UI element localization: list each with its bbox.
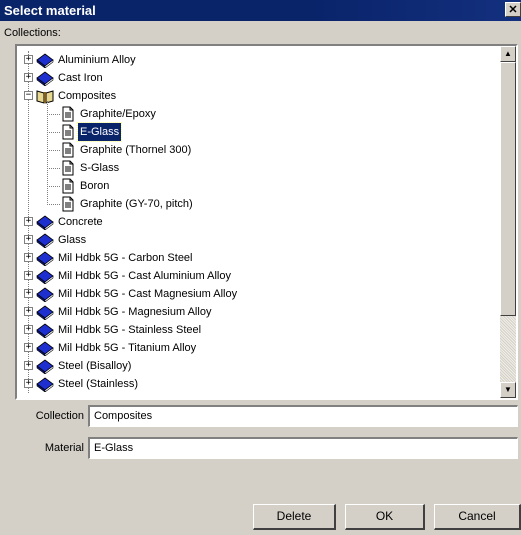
material-field[interactable]: E-Glass: [88, 437, 518, 459]
tree-branch-line: [47, 204, 60, 205]
tree-item-label: Graphite (Thornel 300): [80, 144, 192, 156]
tree-collection-item[interactable]: + Glass: [17, 231, 498, 249]
book-closed-icon: [36, 340, 54, 357]
expand-icon[interactable]: +: [24, 253, 33, 262]
tree-item-label: Mil Hdbk 5G - Titanium Alloy: [58, 342, 197, 354]
book-closed-icon: [36, 376, 54, 393]
tree-view: + Aluminium Alloy + Cast Iron − Composites Gra…: [17, 46, 498, 398]
cancel-button[interactable]: Cancel: [434, 504, 521, 530]
document-icon: [61, 160, 79, 176]
expand-icon[interactable]: +: [24, 271, 33, 280]
tree-collection-item[interactable]: + Cast Iron: [17, 69, 498, 87]
tree-branch-line: [47, 132, 60, 133]
book-closed-icon: [36, 214, 54, 231]
material-label: Material: [44, 442, 84, 454]
expand-icon[interactable]: +: [24, 289, 33, 298]
collapse-icon[interactable]: −: [24, 91, 33, 100]
tree-collection-item[interactable]: + Mil Hdbk 5G - Titanium Alloy: [17, 339, 498, 357]
book-closed-icon: [36, 286, 54, 303]
expand-icon[interactable]: +: [24, 235, 33, 244]
expand-icon[interactable]: +: [24, 307, 33, 316]
tree-branch-line: [47, 150, 60, 151]
tree-material-item[interactable]: E-Glass: [17, 122, 498, 142]
delete-button[interactable]: Delete: [253, 504, 336, 530]
book-closed-icon: [36, 322, 54, 339]
tree-material-item[interactable]: S-Glass: [17, 159, 498, 177]
expand-icon[interactable]: +: [24, 73, 33, 82]
collection-label: Collection: [35, 410, 84, 422]
tree-child-connector-line: [47, 101, 48, 205]
tree-item-label: Composites: [58, 90, 117, 102]
tree-branch-line: [47, 114, 60, 115]
collections-tree[interactable]: + Aluminium Alloy + Cast Iron − Composites Gra…: [15, 44, 518, 400]
book-closed-icon: [36, 304, 54, 321]
tree-collection-item[interactable]: + Aluminium Alloy: [17, 51, 498, 69]
tree-item-label: Graphite (GY-70, pitch): [80, 198, 193, 210]
arrow-up-icon: ▲: [504, 49, 512, 58]
tree-collection-item[interactable]: + Mil Hdbk 5G - Carbon Steel: [17, 249, 498, 267]
document-icon: [61, 106, 79, 122]
tree-branch-line: [47, 186, 60, 187]
tree-item-label: Mil Hdbk 5G - Magnesium Alloy: [58, 306, 212, 318]
close-icon: ✕: [508, 4, 518, 16]
document-icon: [61, 124, 79, 140]
book-closed-icon: [36, 52, 54, 69]
tree-collection-item[interactable]: + Mil Hdbk 5G - Cast Magnesium Alloy: [17, 285, 498, 303]
tree-item-label: Steel (Stainless): [58, 378, 139, 390]
tree-item-label: Aluminium Alloy: [58, 54, 136, 66]
book-closed-icon: [36, 70, 54, 87]
book-closed-icon: [36, 358, 54, 375]
tree-collection-item[interactable]: + Mil Hdbk 5G - Cast Aluminium Alloy: [17, 267, 498, 285]
document-icon: [61, 196, 79, 212]
tree-item-label: Concrete: [58, 216, 103, 228]
scroll-up-button[interactable]: ▲: [500, 46, 516, 62]
tree-branch-line: [47, 168, 60, 169]
tree-item-label: Cast Iron: [58, 72, 103, 84]
expand-icon[interactable]: +: [24, 217, 33, 226]
tree-item-label: Mil Hdbk 5G - Carbon Steel: [58, 252, 193, 264]
tree-item-label: Boron: [80, 180, 110, 192]
tree-collection-item[interactable]: + Steel (Bisalloy): [17, 357, 498, 375]
expand-icon[interactable]: +: [24, 55, 33, 64]
title-bar[interactable]: Select material ✕: [0, 0, 521, 21]
book-closed-icon: [36, 250, 54, 267]
tree-collection-item[interactable]: − Composites: [17, 87, 498, 105]
book-open-icon: [36, 88, 54, 104]
book-closed-icon: [36, 268, 54, 285]
expand-icon[interactable]: +: [24, 361, 33, 370]
tree-item-label: Steel (Bisalloy): [58, 360, 132, 372]
expand-icon[interactable]: +: [24, 325, 33, 334]
collection-field[interactable]: Composites: [88, 405, 518, 427]
tree-collection-item[interactable]: + Steel (Stainless): [17, 375, 498, 393]
scroll-down-button[interactable]: ▼: [500, 382, 516, 398]
vertical-scrollbar[interactable]: ▲ ▼: [500, 46, 516, 398]
tree-item-label: Glass: [58, 234, 87, 246]
tree-item-label: Mil Hdbk 5G - Cast Aluminium Alloy: [58, 270, 231, 282]
tree-item-label: S-Glass: [80, 162, 120, 174]
window-title: Select material: [4, 3, 96, 18]
tree-collection-item[interactable]: + Mil Hdbk 5G - Stainless Steel: [17, 321, 498, 339]
ok-button[interactable]: OK: [345, 504, 425, 530]
scroll-thumb[interactable]: [500, 62, 516, 316]
collections-label: Collections:: [4, 27, 61, 39]
tree-collection-item[interactable]: + Mil Hdbk 5G - Magnesium Alloy: [17, 303, 498, 321]
document-icon: [61, 178, 79, 194]
arrow-down-icon: ▼: [504, 385, 512, 394]
close-button[interactable]: ✕: [505, 2, 521, 17]
tree-item-label: Mil Hdbk 5G - Stainless Steel: [58, 324, 202, 336]
tree-material-item[interactable]: Boron: [17, 177, 498, 195]
tree-item-label: Graphite/Epoxy: [80, 108, 156, 120]
tree-material-item[interactable]: Graphite/Epoxy: [17, 105, 498, 123]
expand-icon[interactable]: +: [24, 343, 33, 352]
tree-material-item[interactable]: Graphite (GY-70, pitch): [17, 195, 498, 213]
book-closed-icon: [36, 232, 54, 249]
tree-item-label: Mil Hdbk 5G - Cast Magnesium Alloy: [58, 288, 238, 300]
tree-item-label-selected: E-Glass: [76, 122, 123, 142]
tree-material-item[interactable]: Graphite (Thornel 300): [17, 141, 498, 159]
tree-collection-item[interactable]: + Concrete: [17, 213, 498, 231]
expand-icon[interactable]: +: [24, 379, 33, 388]
document-icon: [61, 142, 79, 158]
